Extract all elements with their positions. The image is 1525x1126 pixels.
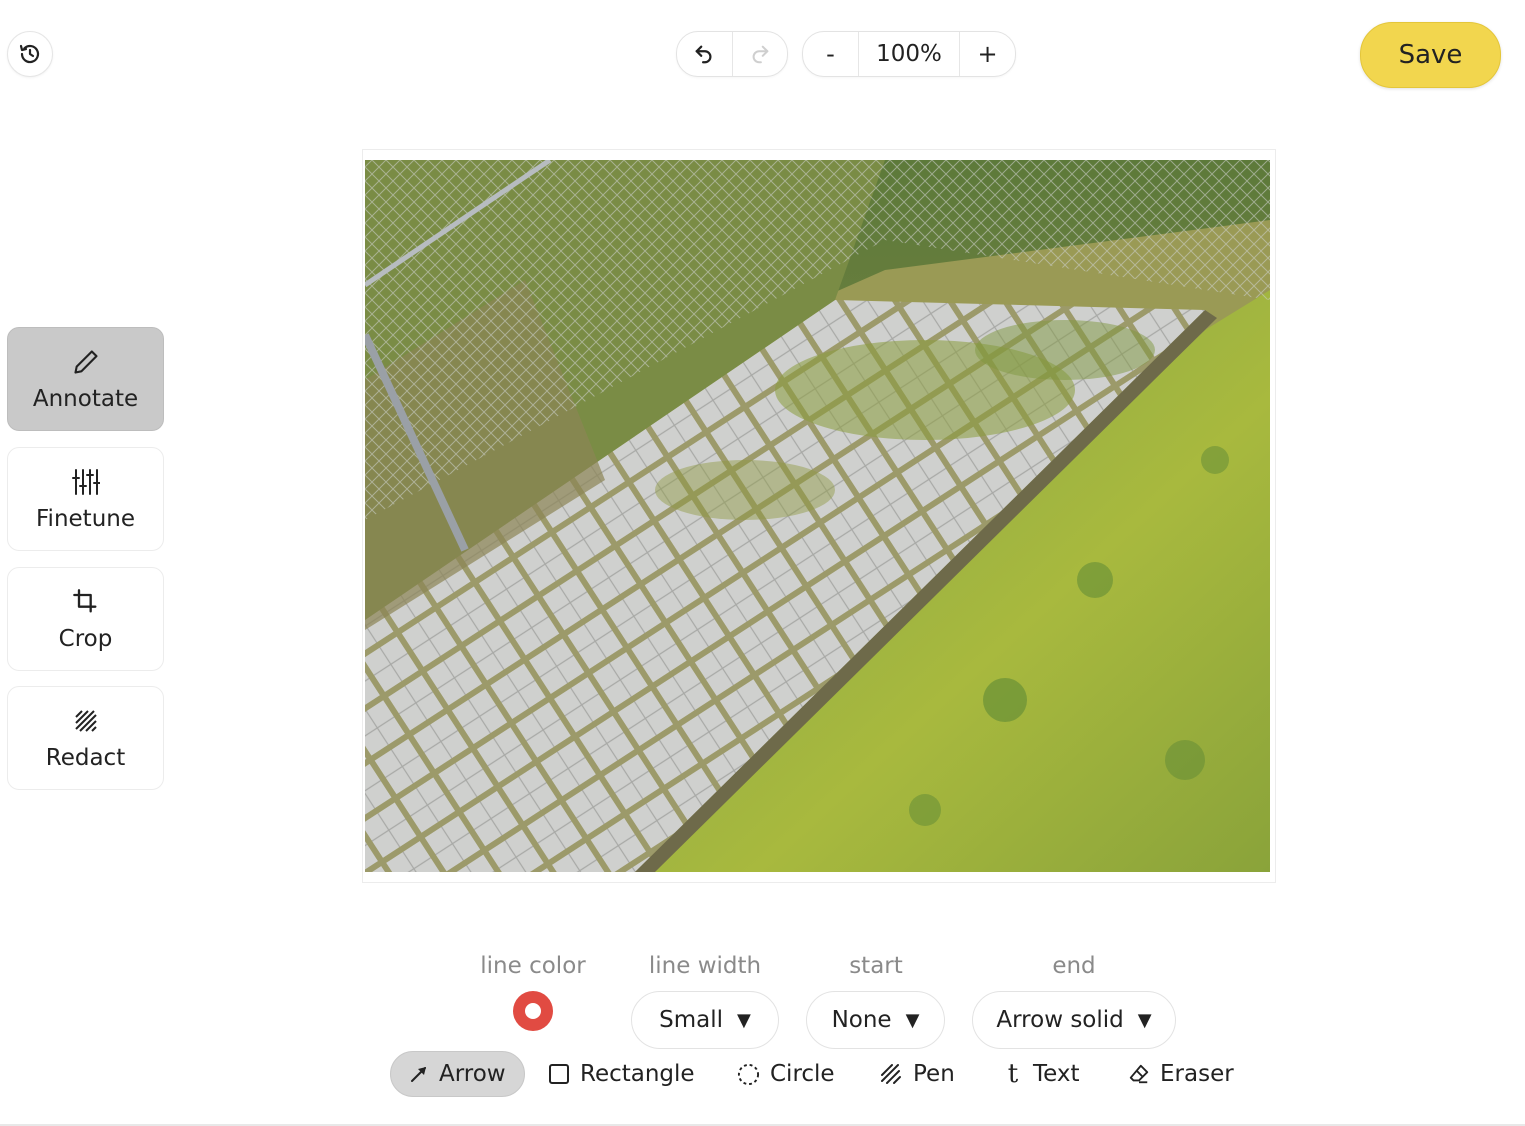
undo-icon: [695, 45, 712, 64]
caret-down-icon: ▼: [905, 1009, 920, 1031]
sidebar-item-annotate[interactable]: Annotate: [7, 327, 164, 431]
end-select[interactable]: Arrow solid ▼: [972, 991, 1176, 1049]
sidebar-item-label: Annotate: [32, 386, 139, 412]
line-color-swatch[interactable]: [513, 991, 553, 1031]
arrow-icon: [411, 1067, 426, 1082]
history-icon: [19, 44, 40, 64]
tool-rectangle[interactable]: Rectangle: [548, 1051, 695, 1097]
sidebar-item-label: Crop: [58, 626, 113, 652]
crop-icon: [72, 589, 97, 613]
zoom-in-button[interactable]: +: [959, 32, 1015, 76]
caret-down-icon: ▼: [737, 1009, 751, 1031]
zoom-group: - 100% +: [802, 31, 1016, 77]
history-button[interactable]: [7, 31, 53, 77]
tool-label: Arrow: [439, 1061, 506, 1087]
tool-pen[interactable]: Pen: [879, 1051, 955, 1097]
pencil-icon: [73, 350, 98, 374]
rectangle-icon: [549, 1064, 569, 1084]
tool-circle[interactable]: Circle: [737, 1051, 835, 1097]
line-color-label: line color: [480, 953, 586, 979]
image-editor: - 100% + Save Annotate Finetune Crop Red…: [0, 0, 1525, 1126]
redo-icon: [752, 45, 769, 64]
eraser-icon: [1129, 1064, 1149, 1084]
sidebar-item-crop[interactable]: Crop: [7, 567, 164, 671]
tool-label: Text: [1033, 1061, 1080, 1087]
zoom-out-button[interactable]: -: [803, 32, 858, 76]
undo-redo-group: [676, 31, 788, 77]
tool-eraser[interactable]: Eraser: [1128, 1051, 1234, 1097]
sidebar-item-label: Finetune: [36, 506, 135, 532]
start-value: None: [831, 1007, 892, 1033]
end-label: end: [1052, 953, 1096, 979]
sliders-icon: [71, 469, 100, 495]
tool-label: Eraser: [1160, 1061, 1234, 1087]
zoom-level[interactable]: 100%: [858, 32, 959, 76]
line-width-select[interactable]: Small ▼: [631, 991, 779, 1049]
line-width-value: Small: [659, 1007, 724, 1033]
start-select[interactable]: None ▼: [806, 991, 945, 1049]
redact-icon: [74, 710, 97, 732]
tool-label: Rectangle: [580, 1061, 695, 1087]
text-icon: t: [1007, 1059, 1019, 1089]
tool-label: Pen: [913, 1061, 955, 1087]
photo-patio-walkway: [365, 160, 1270, 872]
sidebar-item-redact[interactable]: Redact: [7, 686, 164, 790]
sidebar-item-finetune[interactable]: Finetune: [7, 447, 164, 551]
sidebar-item-label: Redact: [45, 745, 126, 771]
undo-button[interactable]: [677, 32, 732, 76]
caret-down-icon: ▼: [1137, 1009, 1152, 1031]
line-width-label: line width: [648, 953, 762, 979]
redo-button[interactable]: [731, 32, 788, 76]
image-canvas[interactable]: [362, 149, 1276, 883]
tool-text[interactable]: t Text: [1003, 1051, 1080, 1097]
tool-arrow[interactable]: Arrow: [390, 1051, 525, 1097]
pen-icon: [881, 1064, 901, 1084]
circle-icon: [737, 1063, 760, 1085]
start-label: start: [849, 953, 903, 979]
end-value: Arrow solid: [996, 1007, 1124, 1033]
tool-label: Circle: [770, 1061, 835, 1087]
edited-photo[interactable]: [365, 160, 1270, 872]
save-button[interactable]: Save: [1360, 22, 1501, 88]
